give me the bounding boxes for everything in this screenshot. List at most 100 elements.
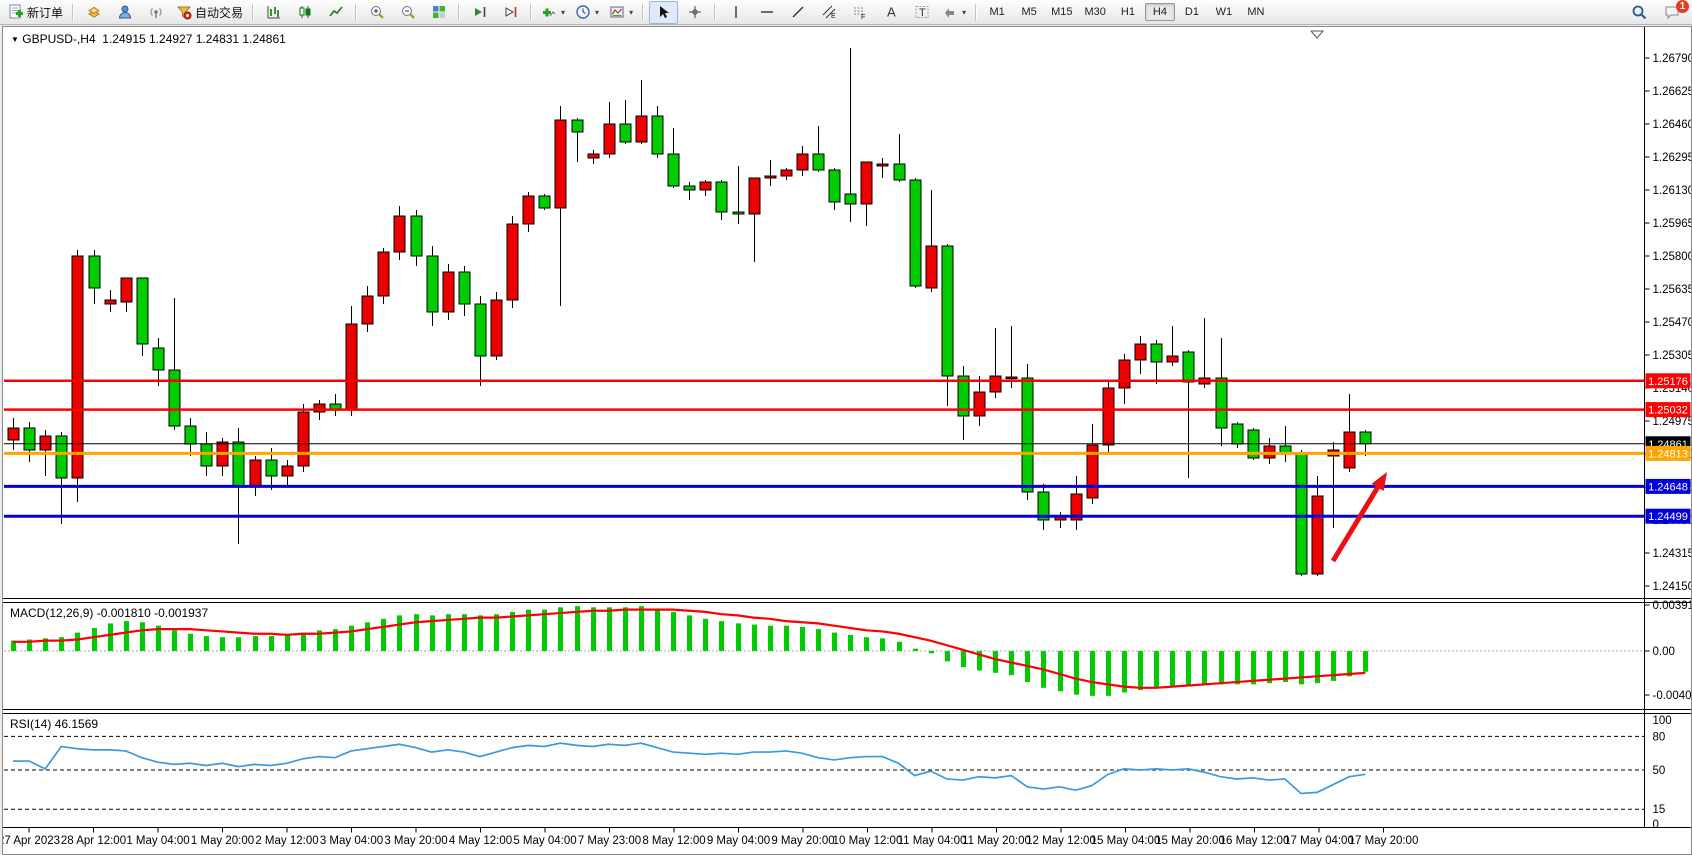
- tile-windows-button[interactable]: [424, 1, 453, 24]
- text-label-tool-button[interactable]: T: [907, 1, 936, 24]
- fibonacci-tool-button[interactable]: F: [845, 1, 874, 24]
- crosshair-icon: [687, 4, 703, 20]
- svg-text:F: F: [861, 14, 865, 20]
- rsi-pane: [4, 736, 1645, 809]
- timeframe-button-m5[interactable]: M5: [1014, 3, 1044, 21]
- time-axis[interactable]: 27 Apr 202328 Apr 12:001 May 04:001 May …: [3, 828, 1418, 848]
- auto-scroll-icon: [472, 4, 488, 20]
- svg-text:1 May 20:00: 1 May 20:00: [191, 835, 254, 847]
- navigator-button[interactable]: [110, 1, 139, 24]
- trendline-tool-button[interactable]: [783, 1, 812, 24]
- auto-trading-label: 自动交易: [195, 4, 243, 21]
- zoom-out-icon: [400, 4, 416, 20]
- svg-text:9 May 04:00: 9 May 04:00: [707, 835, 770, 847]
- market-watch-button[interactable]: [79, 1, 108, 24]
- notifications-button[interactable]: 1: [1656, 1, 1688, 24]
- templates-icon: [609, 4, 625, 20]
- svg-text:1 May 04:00: 1 May 04:00: [126, 835, 189, 847]
- svg-text:80: 80: [1653, 731, 1666, 743]
- toolbar: 新订单 自动交易: [0, 0, 1692, 25]
- toolbar-separator: [252, 4, 254, 21]
- navigator-icon: [117, 4, 133, 20]
- indicators-button[interactable]: ▾: [537, 1, 569, 24]
- svg-text:1.26790: 1.26790: [1653, 53, 1692, 65]
- svg-text:1.26130: 1.26130: [1653, 185, 1692, 197]
- new-order-icon: [8, 4, 24, 20]
- timeframe-button-d1[interactable]: D1: [1177, 3, 1207, 21]
- svg-text:17 May 20:00: 17 May 20:00: [1349, 835, 1419, 847]
- bar-chart-icon: [266, 4, 282, 20]
- svg-text:1.25800: 1.25800: [1653, 251, 1692, 263]
- channel-tool-button[interactable]: E: [814, 1, 843, 24]
- periods-button[interactable]: ▾: [571, 1, 603, 24]
- svg-text:0.00: 0.00: [1653, 646, 1675, 658]
- timeframe-button-h1[interactable]: H1: [1113, 3, 1143, 21]
- cursor-tool-button[interactable]: [649, 1, 678, 24]
- svg-text:0: 0: [1653, 819, 1659, 831]
- svg-text:0.003914: 0.003914: [1653, 600, 1692, 612]
- timeframe-button-mn[interactable]: MN: [1241, 3, 1271, 21]
- auto-scroll-button[interactable]: [465, 1, 494, 24]
- price-line-badge: 1.24813: [1646, 446, 1691, 461]
- indicators-icon: [541, 4, 557, 20]
- vertical-line-tool-button[interactable]: [721, 1, 750, 24]
- search-button[interactable]: [1625, 1, 1654, 24]
- price-line-badge: 1.24499: [1646, 509, 1691, 524]
- auto-trading-button[interactable]: 自动交易: [172, 1, 247, 24]
- svg-text:27 Apr 2023: 27 Apr 2023: [3, 835, 60, 847]
- pane-separators[interactable]: [3, 27, 1691, 828]
- chart-shift-button[interactable]: [496, 1, 525, 24]
- templates-button[interactable]: ▾: [605, 1, 637, 24]
- chart-canvas[interactable]: 1.267901.266251.264601.262951.261301.259…: [3, 27, 1691, 854]
- horizontal-line-tool-button[interactable]: [752, 1, 781, 24]
- bar-chart-mode-button[interactable]: [259, 1, 288, 24]
- horizontal-price-lines[interactable]: [4, 381, 1645, 516]
- arrows-dropdown-caret: ▾: [962, 8, 966, 17]
- text-label-icon: T: [914, 4, 930, 20]
- crosshair-tool-button[interactable]: [680, 1, 709, 24]
- equidistant-channel-icon: E: [821, 4, 837, 20]
- candles-series: [8, 48, 1371, 576]
- price-line-badge: 1.25032: [1646, 402, 1691, 417]
- svg-text:1.25965: 1.25965: [1653, 218, 1692, 230]
- line-chart-mode-button[interactable]: [321, 1, 350, 24]
- svg-text:1.24499: 1.24499: [1648, 511, 1688, 523]
- timeframe-button-m15[interactable]: M15: [1046, 3, 1077, 21]
- svg-text:1.26625: 1.26625: [1653, 86, 1692, 98]
- text-tool-button[interactable]: A: [876, 1, 905, 24]
- notification-badge: 1: [1676, 0, 1689, 13]
- svg-text:28 Apr 12:00: 28 Apr 12:00: [61, 835, 126, 847]
- zoom-out-button[interactable]: [393, 1, 422, 24]
- macd-pane: [4, 606, 1645, 696]
- zoom-in-button[interactable]: [362, 1, 391, 24]
- svg-text:15 May 04:00: 15 May 04:00: [1091, 835, 1161, 847]
- candlestick-icon: [297, 4, 313, 20]
- price-line-badge: 1.25176: [1646, 373, 1691, 388]
- timeframe-button-m1[interactable]: M1: [982, 3, 1012, 21]
- arrows-objects-button[interactable]: ▾: [938, 1, 970, 24]
- mt4-application: 新订单 自动交易: [0, 0, 1692, 855]
- cursor-icon: [656, 4, 672, 20]
- zoom-in-icon: [369, 4, 385, 20]
- timeframe-button-w1[interactable]: W1: [1209, 3, 1239, 21]
- signals-button[interactable]: [141, 1, 170, 24]
- toolbar-separator: [714, 4, 716, 21]
- svg-text:50: 50: [1653, 765, 1666, 777]
- vertical-line-icon: [728, 4, 744, 20]
- fibonacci-icon: F: [852, 4, 868, 20]
- svg-text:10 May 12:00: 10 May 12:00: [833, 835, 903, 847]
- periods-dropdown-caret: ▾: [595, 8, 599, 17]
- svg-text:A: A: [887, 5, 896, 20]
- candlestick-mode-button[interactable]: [290, 1, 319, 24]
- svg-text:12 May 12:00: 12 May 12:00: [1026, 835, 1096, 847]
- toolbar-separator: [458, 4, 460, 21]
- svg-text:1.24648: 1.24648: [1648, 481, 1688, 493]
- chart-window[interactable]: 1.267901.266251.264601.262951.261301.259…: [2, 26, 1692, 855]
- svg-text:7 May 23:00: 7 May 23:00: [578, 835, 641, 847]
- timeframe-button-m30[interactable]: M30: [1080, 3, 1111, 21]
- timeframe-button-h4[interactable]: H4: [1145, 3, 1175, 21]
- svg-text:3 May 04:00: 3 May 04:00: [320, 835, 383, 847]
- chart-shift-marker[interactable]: [1311, 31, 1323, 38]
- search-icon: [1631, 4, 1648, 21]
- new-order-button[interactable]: 新订单: [4, 1, 67, 24]
